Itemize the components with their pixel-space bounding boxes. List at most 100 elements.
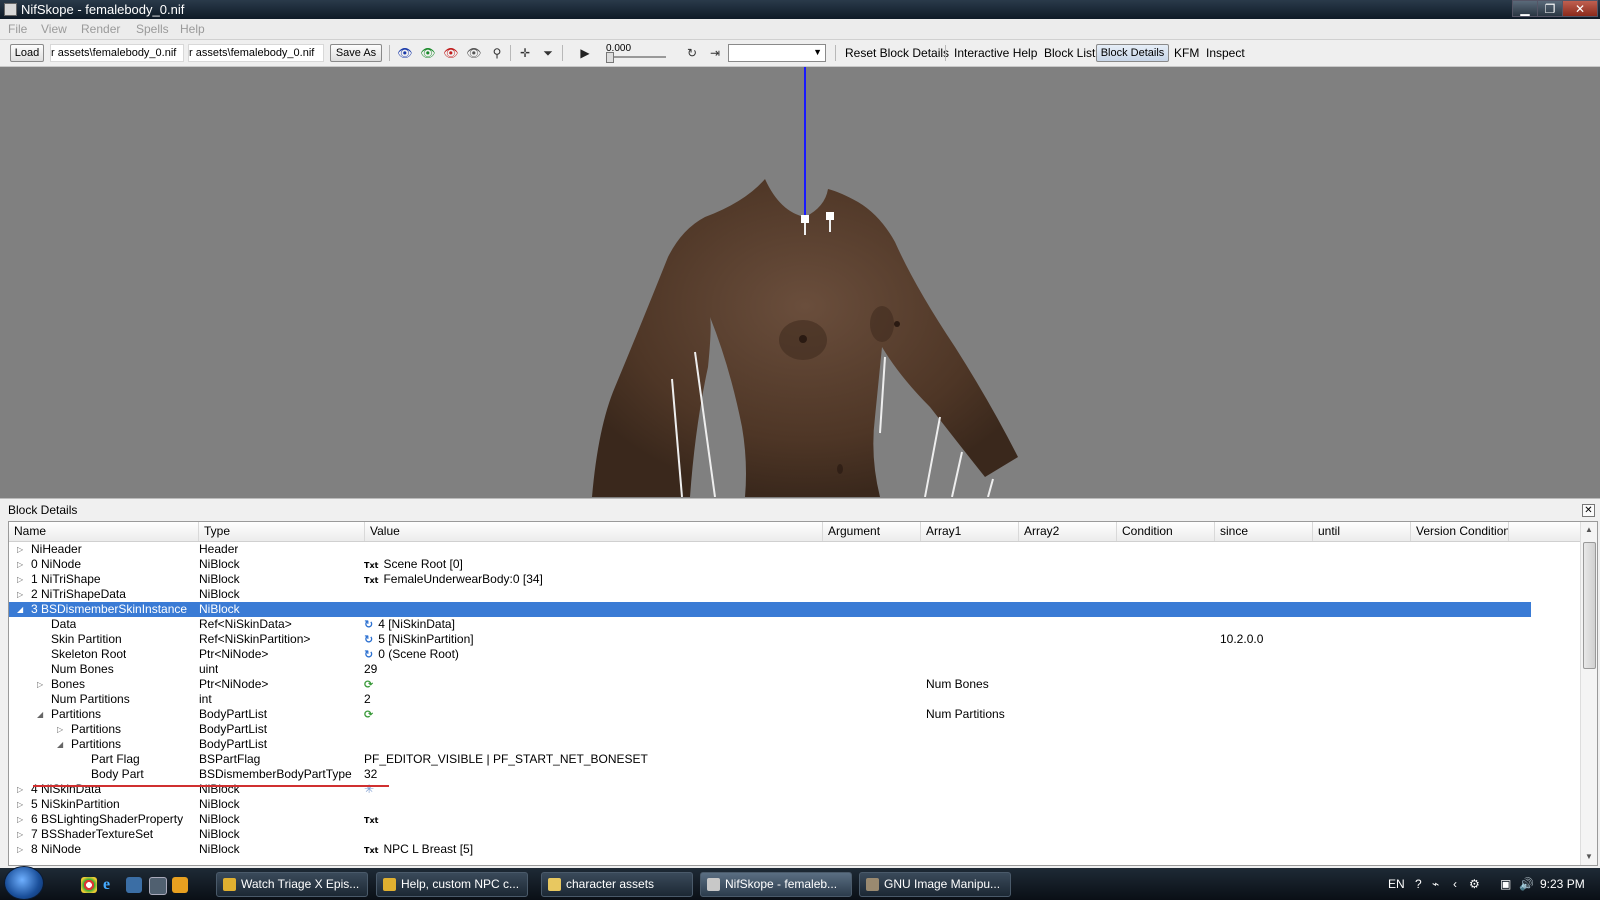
network-icon[interactable]: ▣ [1500,877,1511,891]
view-side-icon[interactable]: 👁 [443,46,459,60]
play-icon[interactable]: ▶ [577,46,593,60]
column-header-array1[interactable]: Array1 [921,522,1019,541]
expand-arrow-icon[interactable]: ▷ [17,572,27,587]
tree-row[interactable]: ▷ Bones Ptr<NiNode> ⟳ Num Bones [9,677,1531,692]
scroll-down-icon[interactable]: ▼ [1581,849,1597,865]
block-details-button[interactable]: Block Details [1096,44,1169,62]
taskbar-task[interactable]: Watch Triage X Epis... [216,872,368,897]
row-value[interactable]: 2 [364,692,371,707]
column-header-argument[interactable]: Argument [823,522,921,541]
tree-row[interactable]: Num Bones uint 29 [9,662,1531,677]
maximize-button[interactable]: ❐ [1537,0,1563,17]
tree-row[interactable]: ▷ 7 BSShaderTextureSet NiBlock [9,827,1531,842]
tree-row[interactable]: Data Ref<NiSkinData> ↻ 4 [NiSkinData] [9,617,1531,632]
expand-arrow-icon[interactable]: ▷ [17,812,27,827]
tree-row[interactable]: ▷ 1 NiTriShape NiBlock Txt FemaleUnderwearBo… [9,572,1531,587]
block-details-tree[interactable]: Name Type Value Argument Array1 Array2 C… [8,521,1598,866]
loop-icon[interactable]: ↻ [684,46,700,60]
tree-row[interactable]: ▷ NiHeader Header [9,542,1531,557]
save-as-button[interactable]: Save As [330,44,382,62]
volume-icon[interactable]: 🔊 [1519,877,1534,891]
taskbar-task[interactable]: NifSkope - femaleb... [700,872,852,897]
tree-row[interactable]: ◢ Partitions BodyPartList ⟳ Num Partitions [9,707,1531,722]
tree-row[interactable]: Skeleton Root Ptr<NiNode> ↻ 0 (Scene Root) [9,647,1531,662]
expand-arrow-icon[interactable]: ▷ [17,797,27,812]
menu-spells[interactable]: Spells [136,22,169,36]
column-header-value[interactable]: Value [365,522,823,541]
column-header-type[interactable]: Type [199,522,365,541]
expand-arrow-icon[interactable]: ▷ [37,677,47,692]
panel-close-button[interactable]: ✕ [1582,504,1595,517]
taskbar-task[interactable]: Help, custom NPC c... [376,872,528,897]
expand-arrow-icon[interactable]: ▷ [17,827,27,842]
expand-arrow-icon[interactable]: ▷ [17,587,27,602]
expand-arrow-icon[interactable]: ▷ [17,557,27,572]
menu-render[interactable]: Render [81,22,120,36]
time-slider-handle[interactable] [606,52,614,63]
usb-icon[interactable]: ⌁ [1432,877,1439,891]
collapse-arrow-icon[interactable]: ◢ [57,737,67,752]
walk-mode-icon[interactable]: ⚲ [489,46,505,60]
tree-row[interactable]: Part Flag BSPartFlag PF_EDITOR_VISIBLE | P… [9,752,1531,767]
chrome-icon[interactable] [81,877,97,893]
collapse-arrow-icon[interactable]: ◢ [17,602,27,617]
tree-row[interactable]: ▷ 2 NiTriShapeData NiBlock [9,587,1531,602]
taskbar-task[interactable]: character assets [541,872,693,897]
close-button[interactable]: ✕ [1562,0,1598,17]
language-indicator[interactable]: EN [1388,877,1405,891]
time-slider[interactable] [606,52,666,63]
column-header-until[interactable]: until [1313,522,1411,541]
help-icon[interactable]: ? [1415,877,1422,891]
bone-node-marker[interactable] [826,212,834,220]
interactive-help-button[interactable]: Interactive Help [954,46,1037,60]
switch-windows-icon[interactable] [149,877,167,895]
tree-row[interactable]: ▷ 5 NiSkinPartition NiBlock [9,797,1531,812]
load-path-field[interactable]: r assets\femalebody_0.nif [50,44,184,62]
taskbar-task[interactable]: GNU Image Manipu... [859,872,1011,897]
row-value[interactable]: ⟳ [364,677,378,692]
expand-arrow-icon[interactable]: ▷ [17,842,27,857]
column-header-array2[interactable]: Array2 [1019,522,1117,541]
scrollbar-thumb[interactable] [1583,542,1596,669]
row-value[interactable]: Txt Scene Root [0] [364,557,463,572]
reset-block-details-button[interactable]: Reset Block Details [845,46,949,60]
animation-select[interactable]: ▼ [728,44,826,62]
menu-help[interactable]: Help [180,22,205,36]
scroll-up-icon[interactable]: ▲ [1581,522,1597,538]
inspect-button[interactable]: Inspect [1206,46,1245,60]
column-header-condition[interactable]: Condition [1117,522,1215,541]
internet-explorer-icon[interactable]: e [103,877,119,893]
row-value[interactable]: ↻ 5 [NiSkinPartition] [364,632,474,647]
settings-icon[interactable]: ⚙ [1469,877,1480,891]
load-button[interactable]: Load [10,44,44,62]
row-value[interactable]: 32 [364,767,377,782]
tree-row[interactable]: ◢ Partitions BodyPartList [9,737,1531,752]
media-player-icon[interactable] [172,877,188,893]
clock[interactable]: 9:23 PM [1540,877,1585,891]
tree-row[interactable]: ▷ 6 BSLightingShaderProperty NiBlock Txt [9,812,1531,827]
row-value[interactable]: Txt [364,812,383,827]
tray-arrow-icon[interactable]: ‹ [1453,877,1457,891]
expand-arrow-icon[interactable]: ▷ [57,722,67,737]
row-value[interactable]: 29 [364,662,377,677]
vertical-scrollbar[interactable]: ▲ ▼ [1580,522,1597,865]
tree-row[interactable]: ▷ 0 NiNode NiBlock Txt Scene Root [0] [9,557,1531,572]
tree-row[interactable]: Skin Partition Ref<NiSkinPartition> ↻ 5 [Ni… [9,632,1531,647]
collapse-arrow-icon[interactable]: ◢ [37,707,47,722]
row-value[interactable]: ↻ 0 (Scene Root) [364,647,459,662]
row-value[interactable]: Txt FemaleUnderwearBody:0 [34] [364,572,543,587]
column-header-version-condition[interactable]: Version Condition [1411,522,1509,541]
tree-row[interactable]: ▷ Partitions BodyPartList [9,722,1531,737]
bone-node-marker[interactable] [801,215,809,223]
column-header-since[interactable]: since [1215,522,1313,541]
row-value[interactable]: ↻ 4 [NiSkinData] [364,617,455,632]
dropdown-arrow-icon[interactable]: ⏷ [540,46,556,60]
axes-icon[interactable]: ✛ [517,46,533,60]
switch-anim-icon[interactable]: ⇥ [707,46,723,60]
kfm-button[interactable]: KFM [1174,46,1199,60]
tree-row[interactable]: ▷ 8 NiNode NiBlock Txt NPC L Breast [5] [9,842,1531,857]
row-value[interactable]: PF_EDITOR_VISIBLE | PF_START_NET_BONESET [364,752,648,767]
show-desktop-icon[interactable] [126,877,142,893]
expand-arrow-icon[interactable]: ▷ [17,542,27,557]
minimize-button[interactable]: ▁ [1512,0,1538,17]
